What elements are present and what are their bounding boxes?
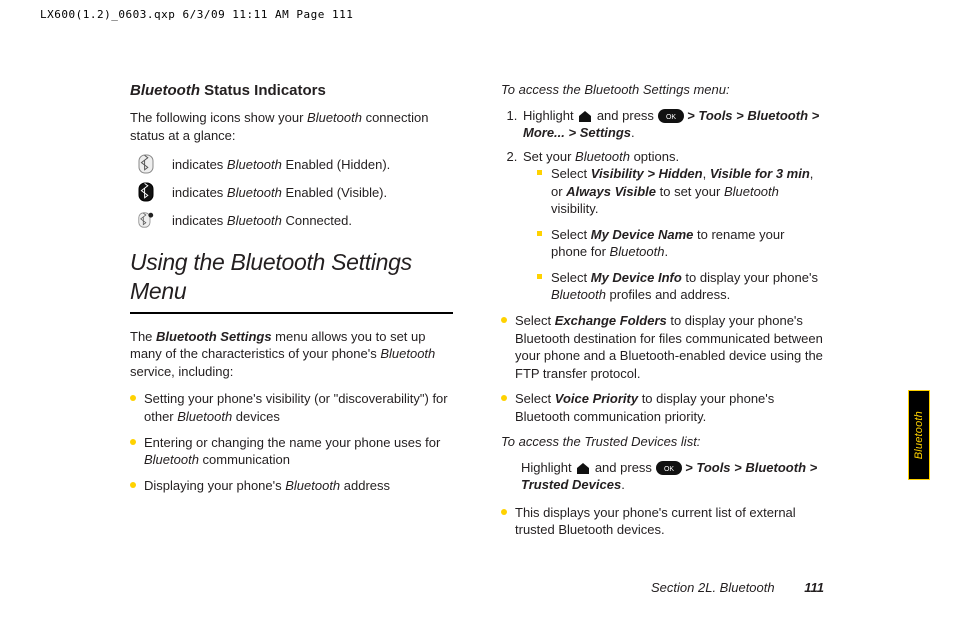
home-icon: [577, 109, 593, 123]
status-row-text: indicates Bluetooth Enabled (Visible).: [172, 184, 387, 202]
list-item: This displays your phone's current list …: [501, 504, 824, 539]
side-tab-label: Bluetooth: [913, 411, 925, 459]
extra-bullets: Select Exchange Folders to display your …: [501, 312, 824, 425]
svg-text:OK: OK: [663, 466, 673, 473]
bluetooth-visible-icon: [138, 182, 154, 202]
home-icon: [575, 461, 591, 475]
bluetooth-connected-icon: [138, 210, 154, 230]
bluetooth-hidden-icon: [138, 154, 154, 174]
page-footer: Section 2L. Bluetooth 111: [651, 580, 824, 595]
step-2: Set your Bluetooth options. Select Visib…: [521, 148, 824, 304]
crop-mark: LX600(1.2)_0603.qxp 6/3/09 11:11 AM Page…: [40, 8, 914, 21]
menu-ok-icon: OK: [656, 461, 682, 475]
list-item: Select Exchange Folders to display your …: [501, 312, 824, 382]
trusted-heading: To access the Trusted Devices list:: [501, 433, 824, 451]
side-tab: Bluetooth: [908, 390, 930, 480]
footer-page-number: 111: [804, 580, 824, 595]
step2-sublist: Select Visibility > Hidden, Visible for …: [537, 165, 824, 304]
status-row-text: indicates Bluetooth Enabled (Hidden).: [172, 156, 390, 174]
list-item: Setting your phone's visibility (or "dis…: [130, 390, 453, 425]
trusted-step: Highlight and press OK > Tools > Bluetoo…: [501, 459, 824, 494]
menu-ok-icon: OK: [658, 109, 684, 123]
section-rule: [130, 312, 453, 314]
status-row-hidden: indicates Bluetooth Enabled (Hidden).: [138, 154, 453, 174]
status-row-connected: indicates Bluetooth Connected.: [138, 210, 453, 230]
list-item: Select My Device Name to rename your pho…: [537, 226, 824, 261]
right-column: To access the Bluetooth Settings menu: H…: [501, 81, 824, 547]
section-heading: Using the Bluetooth Settings Menu: [130, 248, 453, 306]
status-intro: The following icons show your Bluetooth …: [130, 109, 453, 144]
heading-rest: Status Indicators: [200, 82, 326, 99]
list-item: Entering or changing the name your phone…: [130, 434, 453, 469]
svg-text:OK: OK: [665, 114, 675, 121]
list-item: Select My Device Info to display your ph…: [537, 269, 824, 304]
status-row-text: indicates Bluetooth Connected.: [172, 212, 352, 230]
left-column: Bluetooth Status Indicators The followin…: [130, 81, 453, 547]
list-item: Select Voice Priority to display your ph…: [501, 390, 824, 425]
settings-intro: The Bluetooth Settings menu allows you t…: [130, 328, 453, 381]
heading-ital: Bluetooth: [130, 82, 200, 99]
footer-section: Section 2L. Bluetooth: [651, 580, 775, 595]
settings-list: Setting your phone's visibility (or "dis…: [130, 390, 453, 494]
access-steps: Highlight and press OK > Tools > Bluetoo…: [501, 107, 824, 304]
list-item: Select Visibility > Hidden, Visible for …: [537, 165, 824, 218]
trusted-bullet: This displays your phone's current list …: [501, 504, 824, 539]
access-heading: To access the Bluetooth Settings menu:: [501, 81, 824, 99]
status-row-visible: indicates Bluetooth Enabled (Visible).: [138, 182, 453, 202]
list-item: Displaying your phone's Bluetooth addres…: [130, 477, 453, 495]
status-heading: Bluetooth Status Indicators: [130, 81, 453, 101]
step-1: Highlight and press OK > Tools > Bluetoo…: [521, 107, 824, 142]
